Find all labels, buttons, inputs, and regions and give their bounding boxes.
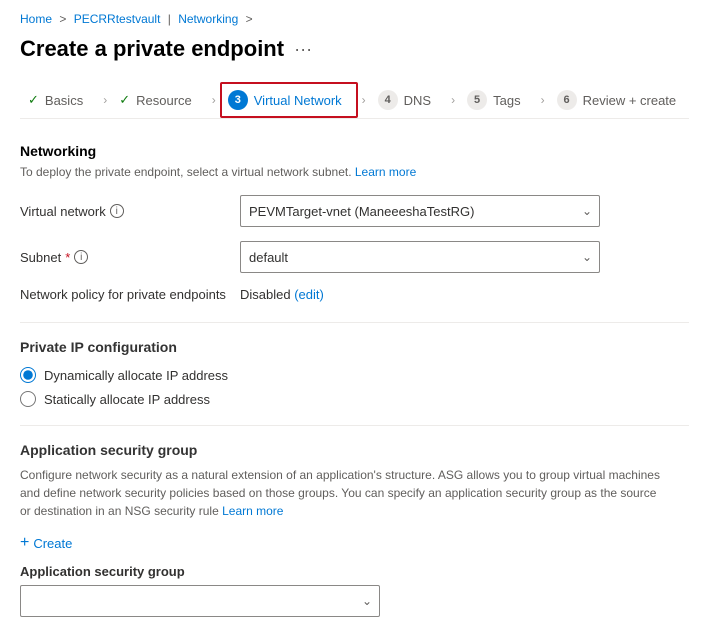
tab-tags-num: 5 [467,90,487,110]
dynamic-ip-radio[interactable] [20,367,36,383]
separator-1 [20,322,689,323]
network-policy-value: Disabled (edit) [240,287,324,302]
networking-section-title: Networking [20,143,689,159]
tab-tags-label: Tags [493,93,520,108]
virtual-network-row: Virtual network i PEVMTarget-vnet (Manee… [20,195,689,227]
virtual-network-label: Virtual network i [20,204,240,219]
network-policy-row: Network policy for private endpoints Dis… [20,287,689,302]
page-title: Create a private endpoint [20,36,284,62]
asg-description: Configure network security as a natural … [20,466,660,520]
tab-review-label: Review + create [583,93,677,108]
breadcrumb-sep2: | [168,12,174,26]
tab-resource[interactable]: ✓ Resource [111,84,208,116]
asg-create-button[interactable]: + Create [20,534,72,552]
ellipsis-menu-icon[interactable]: ··· [294,39,312,60]
plus-icon: + [20,534,29,552]
tab-tags[interactable]: 5 Tags [459,82,536,118]
breadcrumb-vault[interactable]: PECRRtestvault [74,12,161,26]
asg-section-title: Application security group [20,442,689,458]
tab-dns-label: DNS [404,93,431,108]
subnet-dropdown-wrapper: default ⌄ [240,241,600,273]
subnet-row: Subnet * i default ⌄ [20,241,689,273]
breadcrumb-sep3: > [246,12,253,26]
breadcrumb-sep1: > [59,12,66,26]
network-policy-edit-link[interactable]: (edit) [294,287,324,302]
networking-learn-more-link[interactable]: Learn more [355,165,416,179]
tab-virtualnetwork-num: 3 [228,90,248,110]
virtual-network-info-icon[interactable]: i [110,204,124,218]
ip-config-section-title: Private IP configuration [20,339,689,355]
asg-create-label: Create [33,536,72,551]
static-ip-label: Statically allocate IP address [44,392,210,407]
network-policy-label: Network policy for private endpoints [20,287,240,302]
tab-virtualnetwork[interactable]: 3 Virtual Network [220,82,358,118]
breadcrumb-home[interactable]: Home [20,12,52,26]
asg-group-label: Application security group [20,564,689,579]
virtual-network-dropdown-wrapper: PEVMTarget-vnet (ManeeeshaTestRG) ⌄ [240,195,600,227]
tab-dns-num: 4 [378,90,398,110]
tab-sep-4: › [447,93,459,107]
ip-config-radio-group: Dynamically allocate IP address Statical… [20,367,689,407]
tab-basics[interactable]: ✓ Basics [20,84,99,116]
static-ip-radio-item[interactable]: Statically allocate IP address [20,391,689,407]
subnet-dropdown[interactable]: default [240,241,600,273]
asg-dropdown-wrapper: ⌄ [20,585,380,617]
tab-resource-label: Resource [136,93,192,108]
dynamic-ip-label: Dynamically allocate IP address [44,368,228,383]
networking-description: To deploy the private endpoint, select a… [20,165,689,179]
tab-review[interactable]: 6 Review + create [549,82,693,118]
breadcrumb: Home > PECRRtestvault | Networking > [20,12,689,26]
resource-check-icon: ✓ [119,92,130,108]
tab-sep-5: › [537,93,549,107]
basics-check-icon: ✓ [28,92,39,108]
tab-basics-label: Basics [45,93,83,108]
separator-2 [20,425,689,426]
dynamic-ip-radio-item[interactable]: Dynamically allocate IP address [20,367,689,383]
static-ip-radio[interactable] [20,391,36,407]
virtual-network-control: PEVMTarget-vnet (ManeeeshaTestRG) ⌄ [240,195,600,227]
virtual-network-dropdown[interactable]: PEVMTarget-vnet (ManeeeshaTestRG) [240,195,600,227]
asg-dropdown[interactable] [20,585,380,617]
subnet-label: Subnet * i [20,250,240,265]
subnet-info-icon[interactable]: i [74,250,88,264]
tab-sep-1: › [99,93,111,107]
tab-virtualnetwork-label: Virtual Network [254,93,342,108]
tab-dns[interactable]: 4 DNS [370,82,447,118]
wizard-tabs: ✓ Basics › ✓ Resource › 3 Virtual Networ… [20,82,689,119]
tab-sep-3: › [358,93,370,107]
tab-review-num: 6 [557,90,577,110]
asg-learn-more-link[interactable]: Learn more [222,504,283,518]
breadcrumb-networking[interactable]: Networking [178,12,238,26]
tab-sep-2: › [208,93,220,107]
subnet-required-mark: * [65,250,70,265]
subnet-control: default ⌄ [240,241,600,273]
